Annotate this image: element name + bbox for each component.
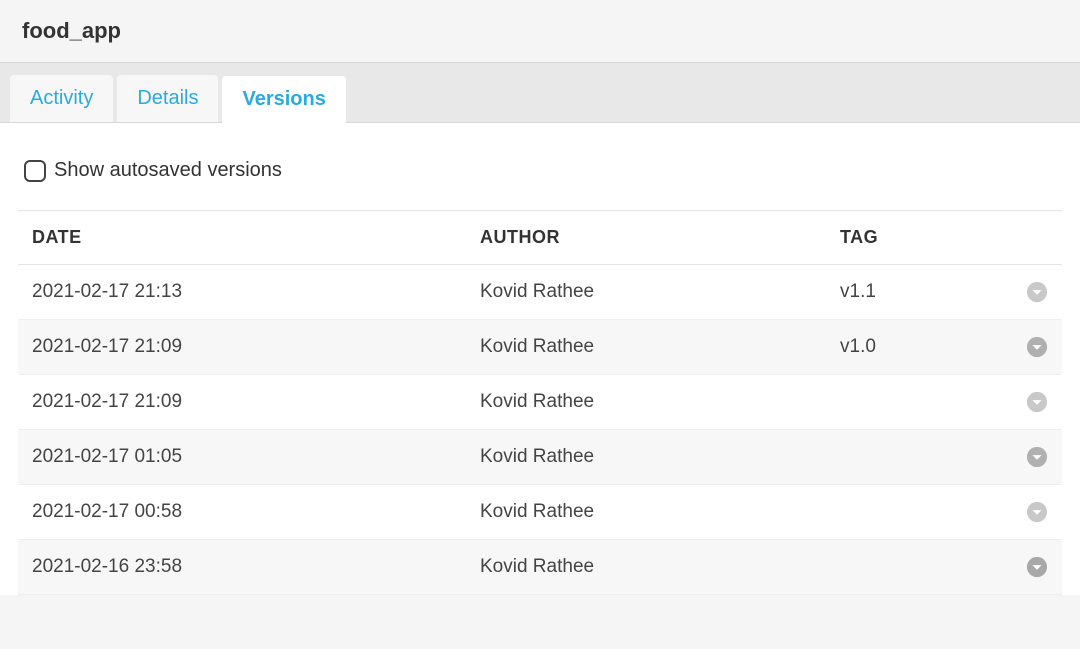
column-header-date[interactable]: DATE: [32, 227, 480, 248]
tab-versions[interactable]: Versions: [222, 76, 345, 123]
table-row[interactable]: 2021-02-17 21:09 Kovid Rathee: [18, 375, 1062, 430]
show-autosaved-row: Show autosaved versions: [18, 159, 1062, 182]
cell-author: Kovid Rathee: [480, 556, 840, 578]
cell-date: 2021-02-17 01:05: [32, 446, 480, 468]
cell-author: Kovid Rathee: [480, 446, 840, 468]
table-row[interactable]: 2021-02-17 01:05 Kovid Rathee: [18, 430, 1062, 485]
show-autosaved-checkbox[interactable]: [24, 160, 46, 182]
cell-date: 2021-02-17 00:58: [32, 501, 480, 523]
cell-date: 2021-02-17 21:09: [32, 391, 480, 413]
cell-date: 2021-02-17 21:09: [32, 336, 480, 358]
versions-table: DATE AUTHOR TAG 2021-02-17 21:13 Kovid R…: [18, 210, 1062, 595]
chevron-down-icon[interactable]: [1026, 556, 1048, 578]
page-title: food_app: [22, 18, 1058, 44]
cell-tag: v1.1: [840, 281, 1008, 303]
cell-author: Kovid Rathee: [480, 336, 840, 358]
cell-author: Kovid Rathee: [480, 501, 840, 523]
chevron-down-icon[interactable]: [1026, 281, 1048, 303]
cell-date: 2021-02-16 23:58: [32, 556, 480, 578]
cell-date: 2021-02-17 21:13: [32, 281, 480, 303]
column-header-author[interactable]: AUTHOR: [480, 227, 840, 248]
table-row[interactable]: 2021-02-17 00:58 Kovid Rathee: [18, 485, 1062, 540]
table-row[interactable]: 2021-02-17 21:09 Kovid Rathee v1.0: [18, 320, 1062, 375]
tab-details[interactable]: Details: [117, 75, 218, 122]
table-row[interactable]: 2021-02-16 23:58 Kovid Rathee: [18, 540, 1062, 595]
cell-tag: v1.0: [840, 336, 1008, 358]
cell-author: Kovid Rathee: [480, 391, 840, 413]
column-header-tag[interactable]: TAG: [840, 227, 1008, 248]
versions-panel: Show autosaved versions DATE AUTHOR TAG …: [0, 123, 1080, 595]
cell-author: Kovid Rathee: [480, 281, 840, 303]
table-row[interactable]: 2021-02-17 21:13 Kovid Rathee v1.1: [18, 265, 1062, 320]
chevron-down-icon[interactable]: [1026, 501, 1048, 523]
chevron-down-icon[interactable]: [1026, 446, 1048, 468]
show-autosaved-label: Show autosaved versions: [54, 159, 282, 182]
page-header: food_app: [0, 0, 1080, 62]
chevron-down-icon[interactable]: [1026, 391, 1048, 413]
column-header-actions: [1008, 227, 1048, 248]
tab-activity[interactable]: Activity: [10, 75, 113, 122]
chevron-down-icon[interactable]: [1026, 336, 1048, 358]
table-header-row: DATE AUTHOR TAG: [18, 210, 1062, 265]
tabs-bar: Activity Details Versions: [0, 62, 1080, 123]
